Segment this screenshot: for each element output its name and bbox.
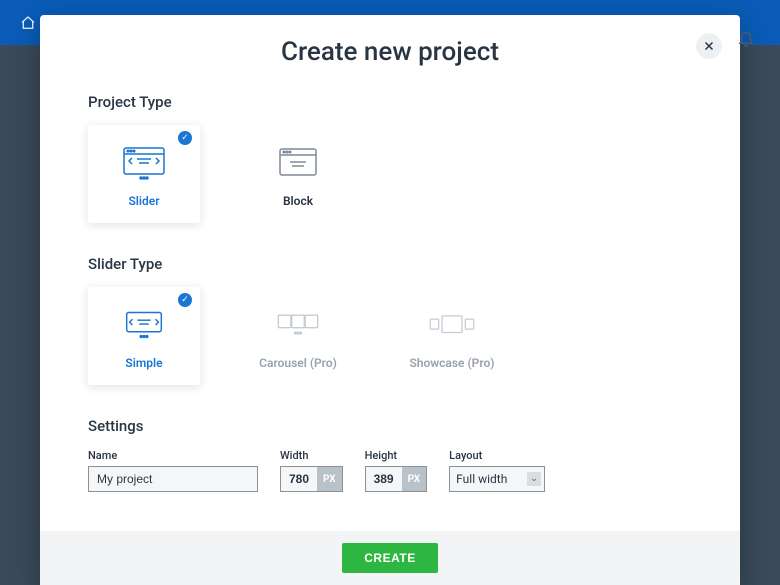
card-label: Block xyxy=(283,194,313,208)
modal-title: Create new project xyxy=(88,37,692,67)
showcase-icon xyxy=(427,306,477,344)
create-button[interactable]: CREATE xyxy=(342,543,437,573)
card-label: Simple xyxy=(125,356,162,370)
selected-check-icon: ✓ xyxy=(178,293,192,307)
height-label: Height xyxy=(365,449,428,462)
project-type-label: Project Type xyxy=(88,93,692,111)
close-icon xyxy=(703,40,715,52)
block-icon xyxy=(273,144,323,182)
slider-type-carousel: Carousel (Pro) xyxy=(242,287,354,385)
layout-field: Layout Full width ⌄ xyxy=(449,449,545,492)
height-unit: PX xyxy=(402,467,427,491)
width-field: Width PX xyxy=(280,449,343,492)
carousel-icon xyxy=(273,306,323,344)
card-label: Carousel (Pro) xyxy=(259,356,337,370)
card-label: Showcase (Pro) xyxy=(409,356,494,370)
slider-type-options: ✓ Simple xyxy=(88,287,692,385)
create-project-modal: Create new project Project Type ✓ Slider xyxy=(40,15,740,585)
name-input[interactable] xyxy=(88,466,258,492)
project-type-block[interactable]: Block xyxy=(242,125,354,223)
selected-check-icon: ✓ xyxy=(178,131,192,145)
slider-icon xyxy=(119,144,169,182)
width-input[interactable] xyxy=(281,467,317,491)
slider-type-showcase: Showcase (Pro) xyxy=(396,287,508,385)
layout-value: Full width xyxy=(456,472,507,486)
name-label: Name xyxy=(88,449,258,462)
layout-label: Layout xyxy=(449,449,545,462)
card-label: Slider xyxy=(128,194,159,208)
name-field: Name xyxy=(88,449,258,492)
notifications-icon[interactable] xyxy=(732,24,760,52)
slider-type-simple[interactable]: ✓ Simple xyxy=(88,287,200,385)
simple-slider-icon xyxy=(119,306,169,344)
settings-label: Settings xyxy=(88,417,692,435)
height-field: Height PX xyxy=(365,449,428,492)
close-button[interactable] xyxy=(696,33,722,59)
modal-footer: CREATE xyxy=(40,531,740,585)
chevron-down-icon: ⌄ xyxy=(527,472,541,486)
width-unit: PX xyxy=(317,467,342,491)
project-type-options: ✓ Slider xyxy=(88,125,692,223)
project-type-slider[interactable]: ✓ Slider xyxy=(88,125,200,223)
settings-row: Name Width PX Height PX Layout xyxy=(88,449,692,492)
height-input[interactable] xyxy=(366,467,402,491)
slider-type-label: Slider Type xyxy=(88,255,692,273)
layout-select[interactable]: Full width ⌄ xyxy=(449,466,545,492)
width-label: Width xyxy=(280,449,343,462)
home-icon xyxy=(20,15,36,31)
